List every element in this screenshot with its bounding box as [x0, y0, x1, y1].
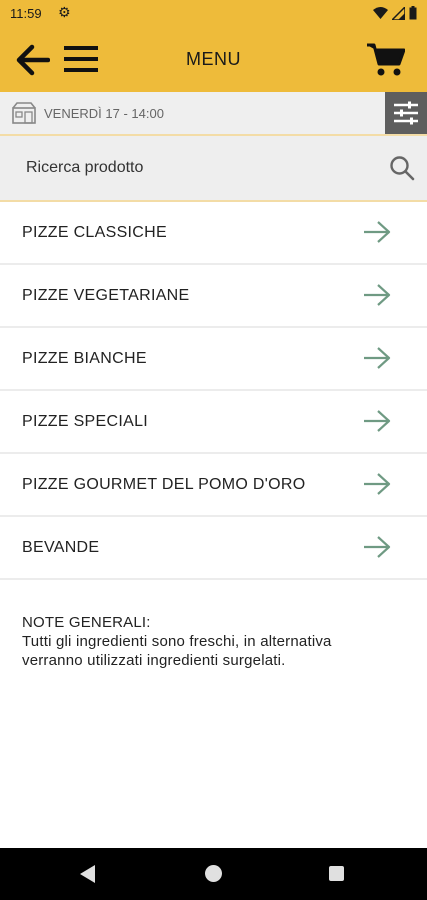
cart-icon[interactable] — [367, 42, 405, 78]
system-nav-bar — [0, 848, 427, 900]
category-label: PIZZE CLASSICHE — [22, 224, 167, 241]
delivery-date-bar[interactable]: VENERDÌ 17 - 14:00 — [0, 92, 427, 134]
notes-heading: NOTE GENERALI: — [22, 614, 151, 631]
notes-line: verranno utilizzati ingredienti surgelat… — [22, 652, 286, 669]
arrow-right-icon — [364, 221, 391, 243]
signal-icon — [392, 6, 405, 20]
arrow-right-icon — [364, 536, 391, 558]
wifi-icon — [373, 6, 388, 19]
general-notes: NOTE GENERALI: Tutti gli ingredienti son… — [22, 613, 412, 670]
category-list: PIZZE CLASSICHE PIZZE VEGETARIANE PIZZE … — [0, 202, 427, 580]
delivery-date-text: VENERDÌ 17 - 14:00 — [44, 106, 164, 121]
status-bar: 11:59 ⚙ — [0, 0, 427, 28]
nav-recents-icon[interactable] — [329, 866, 344, 881]
nav-back-icon[interactable] — [80, 865, 96, 883]
battery-icon — [409, 6, 417, 20]
filter-sliders-icon — [394, 101, 418, 125]
app-header: MENU — [0, 28, 427, 92]
gear-icon: ⚙ — [58, 4, 71, 20]
search-icon[interactable] — [389, 155, 415, 181]
category-item-pizze-classiche[interactable]: PIZZE CLASSICHE — [0, 202, 427, 265]
page-title: MENU — [186, 49, 241, 69]
nav-home-icon[interactable] — [205, 865, 222, 882]
notes-line: Tutti gli ingredienti sono freschi, in a… — [22, 633, 332, 650]
category-item-bevande[interactable]: BEVANDE — [0, 517, 427, 580]
arrow-right-icon — [364, 473, 391, 495]
status-time: 11:59 — [10, 6, 42, 21]
category-item-pizze-gourmet[interactable]: PIZZE GOURMET DEL POMO D'ORO — [0, 454, 427, 517]
arrow-right-icon — [364, 410, 391, 432]
search-bar — [0, 136, 427, 200]
search-input[interactable] — [16, 148, 396, 188]
category-label: PIZZE SPECIALI — [22, 413, 149, 430]
filter-button[interactable] — [385, 92, 427, 134]
category-label: PIZZE GOURMET DEL POMO D'ORO — [22, 476, 306, 493]
arrow-right-icon — [364, 284, 391, 306]
status-icons — [373, 6, 417, 20]
category-label: PIZZE VEGETARIANE — [22, 287, 190, 304]
category-label: BEVANDE — [22, 539, 100, 556]
category-item-pizze-speciali[interactable]: PIZZE SPECIALI — [0, 391, 427, 454]
arrow-right-icon — [364, 347, 391, 369]
category-item-pizze-bianche[interactable]: PIZZE BIANCHE — [0, 328, 427, 391]
category-label: PIZZE BIANCHE — [22, 350, 147, 367]
calendar-shop-icon — [12, 102, 36, 124]
category-item-pizze-vegetariane[interactable]: PIZZE VEGETARIANE — [0, 265, 427, 328]
